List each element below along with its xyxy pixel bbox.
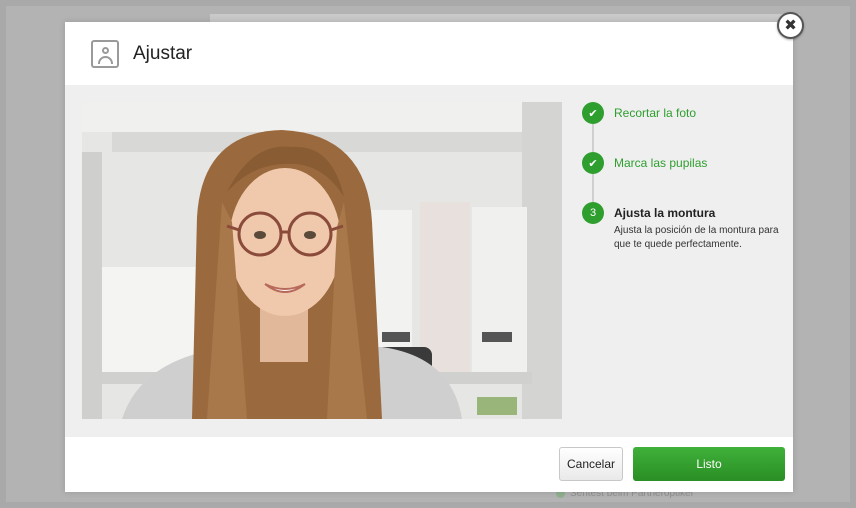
adjust-dialog: Ajustar ✔ Recortar la foto ✔ Marca las p…: [65, 22, 793, 492]
dialog-header: Ajustar: [65, 22, 793, 85]
check-icon: ✔: [582, 152, 604, 174]
cancel-button[interactable]: Cancelar: [559, 447, 623, 481]
person-portrait-icon: [91, 39, 119, 68]
dialog-title: Ajustar: [133, 42, 193, 64]
dialog-footer: Cancelar Listo: [65, 437, 793, 492]
step-label: Ajusta la montura: [614, 206, 716, 220]
step-connector: [592, 174, 594, 202]
step-mark-pupils: ✔ Marca las pupilas: [582, 152, 707, 174]
close-icon[interactable]: ✖: [777, 12, 804, 39]
step-number: 3: [582, 202, 604, 224]
step-label: Marca las pupilas: [614, 156, 708, 170]
photo-illustration: [82, 102, 562, 419]
user-photo[interactable]: [82, 102, 562, 419]
step-adjust-frame: 3 Ajusta la montura Ajusta la posición d…: [582, 202, 782, 250]
step-description: Ajusta la posición de la montura para qu…: [614, 225, 779, 250]
step-crop-photo: ✔ Recortar la foto: [582, 102, 696, 124]
dialog-body: ✔ Recortar la foto ✔ Marca las pupilas 3…: [65, 85, 793, 437]
step-connector: [592, 124, 594, 152]
step-label: Recortar la foto: [614, 106, 697, 120]
background-header-strip: [210, 14, 800, 22]
check-icon: ✔: [582, 102, 604, 124]
done-button[interactable]: Listo: [633, 447, 785, 481]
